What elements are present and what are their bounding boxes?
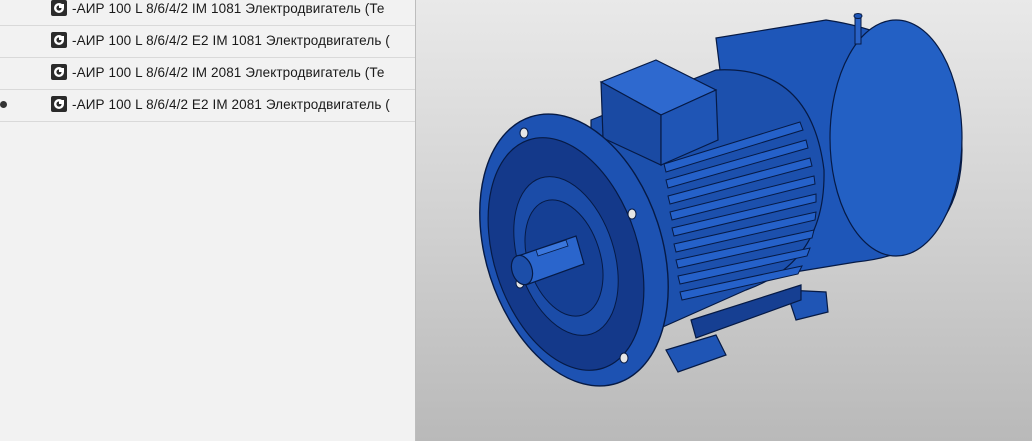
tree-item-label: -АИР 100 L 8/6/4/2 E2 IM 2081 Электродви… — [72, 97, 390, 112]
model-tree-panel[interactable]: -АИР 100 L 8/6/4/2 IM 1081 Электродвигат… — [0, 0, 416, 441]
electric-motor-model[interactable] — [416, 0, 1032, 441]
part-icon — [50, 31, 68, 49]
tree-item[interactable]: -АИР 100 L 8/6/4/2 E2 IM 1081 Электродви… — [0, 26, 415, 58]
part-icon — [50, 95, 68, 113]
tree-item[interactable]: -АИР 100 L 8/6/4/2 IM 1081 Электродвигат… — [0, 0, 415, 26]
tree-item-label: -АИР 100 L 8/6/4/2 IM 2081 Электродвигат… — [72, 65, 385, 80]
tree-item-label: -АИР 100 L 8/6/4/2 E2 IM 1081 Электродви… — [72, 33, 390, 48]
part-icon — [50, 63, 68, 81]
tree-item[interactable]: -АИР 100 L 8/6/4/2 IM 2081 Электродвигат… — [0, 58, 415, 90]
tree-item-label: -АИР 100 L 8/6/4/2 IM 1081 Электродвигат… — [72, 1, 385, 16]
3d-viewport[interactable] — [416, 0, 1032, 441]
tree-item[interactable]: -АИР 100 L 8/6/4/2 E2 IM 2081 Электродви… — [0, 90, 415, 122]
motor-rear-cap — [829, 19, 963, 257]
part-icon — [50, 0, 68, 17]
active-marker-icon — [0, 101, 7, 108]
